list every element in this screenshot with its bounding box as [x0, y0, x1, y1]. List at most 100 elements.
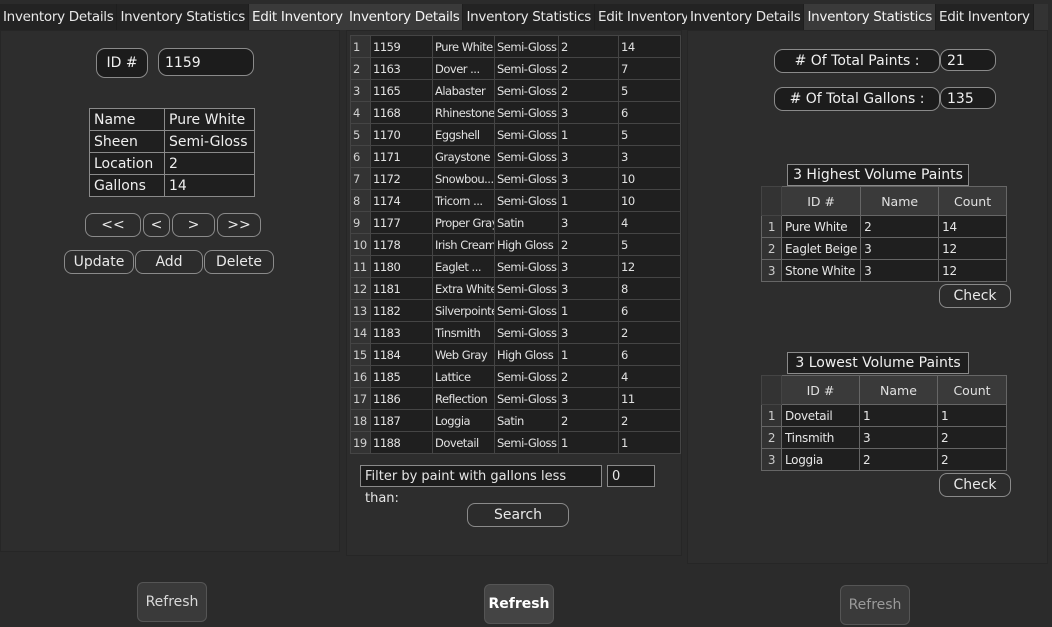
row-number[interactable]: 3	[761, 448, 782, 471]
paint-id-cell[interactable]: 1170	[370, 123, 433, 146]
paint-gallons-cell[interactable]: 10	[618, 167, 681, 190]
row-number-cell[interactable]: 6	[350, 145, 371, 168]
table-row[interactable]: 11 1180 Eaglet ... Semi-Gloss 3 12	[350, 255, 681, 278]
paint-id-cell[interactable]: 1185	[370, 365, 433, 388]
table-row[interactable]: 19 1188 Dovetail Semi-Gloss 1 1	[350, 431, 681, 454]
filter-gallons-input[interactable]: 0	[607, 465, 655, 487]
paint-sheen-cell[interactable]: Semi-Gloss	[494, 255, 559, 278]
paint-gallons-cell[interactable]: 2	[618, 321, 681, 344]
name-cell[interactable]: 3	[860, 237, 940, 260]
count-cell[interactable]: 2	[937, 426, 1007, 449]
sheen-field[interactable]: Semi-Gloss	[164, 130, 255, 153]
update-button[interactable]: Update	[64, 250, 134, 274]
paint-sheen-cell[interactable]: Semi-Gloss	[494, 79, 559, 102]
table-row[interactable]: 15 1184 Web Gray High Gloss 1 6	[350, 343, 681, 366]
paint-location-cell[interactable]: 2	[558, 365, 619, 388]
paint-gallons-cell[interactable]: 7	[618, 57, 681, 80]
paint-sheen-cell[interactable]: High Gloss	[494, 233, 559, 256]
paint-sheen-cell[interactable]: Satin	[494, 409, 559, 432]
paint-sheen-cell[interactable]: Semi-Gloss	[494, 431, 559, 454]
row-number-cell[interactable]: 13	[350, 299, 371, 322]
row-number[interactable]: 3	[761, 259, 782, 282]
table-row[interactable]: 6 1171 Graystone Semi-Gloss 3 3	[350, 145, 681, 168]
add-button[interactable]: Add	[135, 250, 203, 274]
row-number-cell[interactable]: 9	[350, 211, 371, 234]
paint-gallons-cell[interactable]: 5	[618, 79, 681, 102]
paint-location-cell[interactable]: 3	[558, 101, 619, 124]
table-row[interactable]: 3 Stone White 3 12	[761, 259, 1007, 282]
name-cell[interactable]: 3	[860, 259, 940, 282]
table-row[interactable]: 13 1182 Silverpointe Semi-Gloss 1 6	[350, 299, 681, 322]
tab-inventory-details[interactable]: Inventory Details	[346, 4, 464, 30]
paint-sheen-cell[interactable]: Semi-Gloss	[494, 189, 559, 212]
table-row[interactable]: 16 1185 Lattice Semi-Gloss 2 4	[350, 365, 681, 388]
paint-id-cell[interactable]: 1184	[370, 343, 433, 366]
paint-sheen-cell[interactable]: Semi-Gloss	[494, 101, 559, 124]
tab-edit-inventory[interactable]: Edit Inventory	[594, 4, 693, 30]
paint-location-cell[interactable]: 3	[558, 277, 619, 300]
table-row[interactable]: 3 1165 Alabaster Semi-Gloss 2 5	[350, 79, 681, 102]
paint-name-cell[interactable]: Web Gray	[432, 343, 495, 366]
paint-id-cell[interactable]: 1183	[370, 321, 433, 344]
paint-gallons-cell[interactable]: 10	[618, 189, 681, 212]
paint-location-cell[interactable]: 3	[558, 321, 619, 344]
id-cell[interactable]: Eaglet Beige	[780, 237, 862, 260]
highest-check-button[interactable]: Check	[939, 284, 1011, 308]
table-row[interactable]: 9 1177 Proper Gray Satin 3 4	[350, 211, 681, 234]
row-number-cell[interactable]: 2	[350, 57, 371, 80]
paint-location-cell[interactable]: 1	[558, 123, 619, 146]
count-cell[interactable]: 12	[938, 259, 1007, 282]
row-number-cell[interactable]: 12	[350, 277, 371, 300]
row-number-cell[interactable]: 18	[350, 409, 371, 432]
paint-gallons-cell[interactable]: 3	[618, 145, 681, 168]
row-number-cell[interactable]: 7	[350, 167, 371, 190]
paint-location-cell[interactable]: 3	[558, 387, 619, 410]
tab-inventory-statistics[interactable]: Inventory Statistics	[463, 4, 595, 30]
table-row[interactable]: 5 1170 Eggshell Semi-Gloss 1 5	[350, 123, 681, 146]
paint-name-cell[interactable]: Tinsmith	[432, 321, 495, 344]
row-number-cell[interactable]: 19	[350, 431, 371, 454]
next-record-button[interactable]: >	[172, 213, 215, 237]
delete-button[interactable]: Delete	[204, 250, 274, 274]
paint-gallons-cell[interactable]: 5	[618, 233, 681, 256]
paint-name-cell[interactable]: Dovetail	[432, 431, 495, 454]
paint-name-cell[interactable]: Snowbou...	[432, 167, 495, 190]
table-row[interactable]: 1 Dovetail 1 1	[761, 404, 1007, 427]
paint-id-cell[interactable]: 1187	[370, 409, 433, 432]
paint-id-cell[interactable]: 1177	[370, 211, 433, 234]
paint-sheen-cell[interactable]: Semi-Gloss	[494, 57, 559, 80]
paint-gallons-cell[interactable]: 14	[618, 35, 681, 58]
paint-location-cell[interactable]: 2	[558, 79, 619, 102]
row-number[interactable]: 2	[761, 426, 782, 449]
paint-gallons-cell[interactable]: 8	[618, 277, 681, 300]
paint-location-cell[interactable]: 2	[558, 409, 619, 432]
row-number-cell[interactable]: 4	[350, 101, 371, 124]
paint-location-cell[interactable]: 2	[558, 233, 619, 256]
paint-gallons-cell[interactable]: 2	[618, 409, 681, 432]
prev-record-button[interactable]: <	[143, 213, 170, 237]
table-row[interactable]: 8 1174 Tricorn ... Semi-Gloss 1 10	[350, 189, 681, 212]
paint-location-cell[interactable]: 1	[558, 343, 619, 366]
name-field[interactable]: Pure White	[164, 108, 255, 131]
table-row[interactable]: 18 1187 Loggia Satin 2 2	[350, 409, 681, 432]
tab-inventory-details[interactable]: Inventory Details	[0, 4, 118, 30]
paint-location-cell[interactable]: 3	[558, 211, 619, 234]
table-row[interactable]: 12 1181 Extra White Semi-Gloss 3 8	[350, 277, 681, 300]
paint-sheen-cell[interactable]: Semi-Gloss	[494, 387, 559, 410]
paint-gallons-cell[interactable]: 4	[618, 211, 681, 234]
lowest-check-button[interactable]: Check	[939, 473, 1011, 497]
table-row[interactable]: 10 1178 Irish Cream High Gloss 2 5	[350, 233, 681, 256]
paint-name-cell[interactable]: Irish Cream	[432, 233, 495, 256]
table-row[interactable]: 1 Pure White 2 14	[761, 215, 1007, 238]
paint-name-cell[interactable]: Eaglet ...	[432, 255, 495, 278]
paint-id-cell[interactable]: 1172	[370, 167, 433, 190]
column-header-id[interactable]: ID #	[780, 186, 862, 216]
row-number[interactable]: 2	[761, 237, 782, 260]
details-refresh-button[interactable]: Refresh	[484, 584, 554, 624]
count-cell[interactable]: 1	[937, 404, 1007, 427]
tab-inventory-statistics[interactable]: Inventory Statistics	[117, 4, 249, 30]
paint-location-cell[interactable]: 3	[558, 255, 619, 278]
paint-location-cell[interactable]: 2	[558, 35, 619, 58]
paint-sheen-cell[interactable]: Semi-Gloss	[494, 299, 559, 322]
paint-id-cell[interactable]: 1174	[370, 189, 433, 212]
